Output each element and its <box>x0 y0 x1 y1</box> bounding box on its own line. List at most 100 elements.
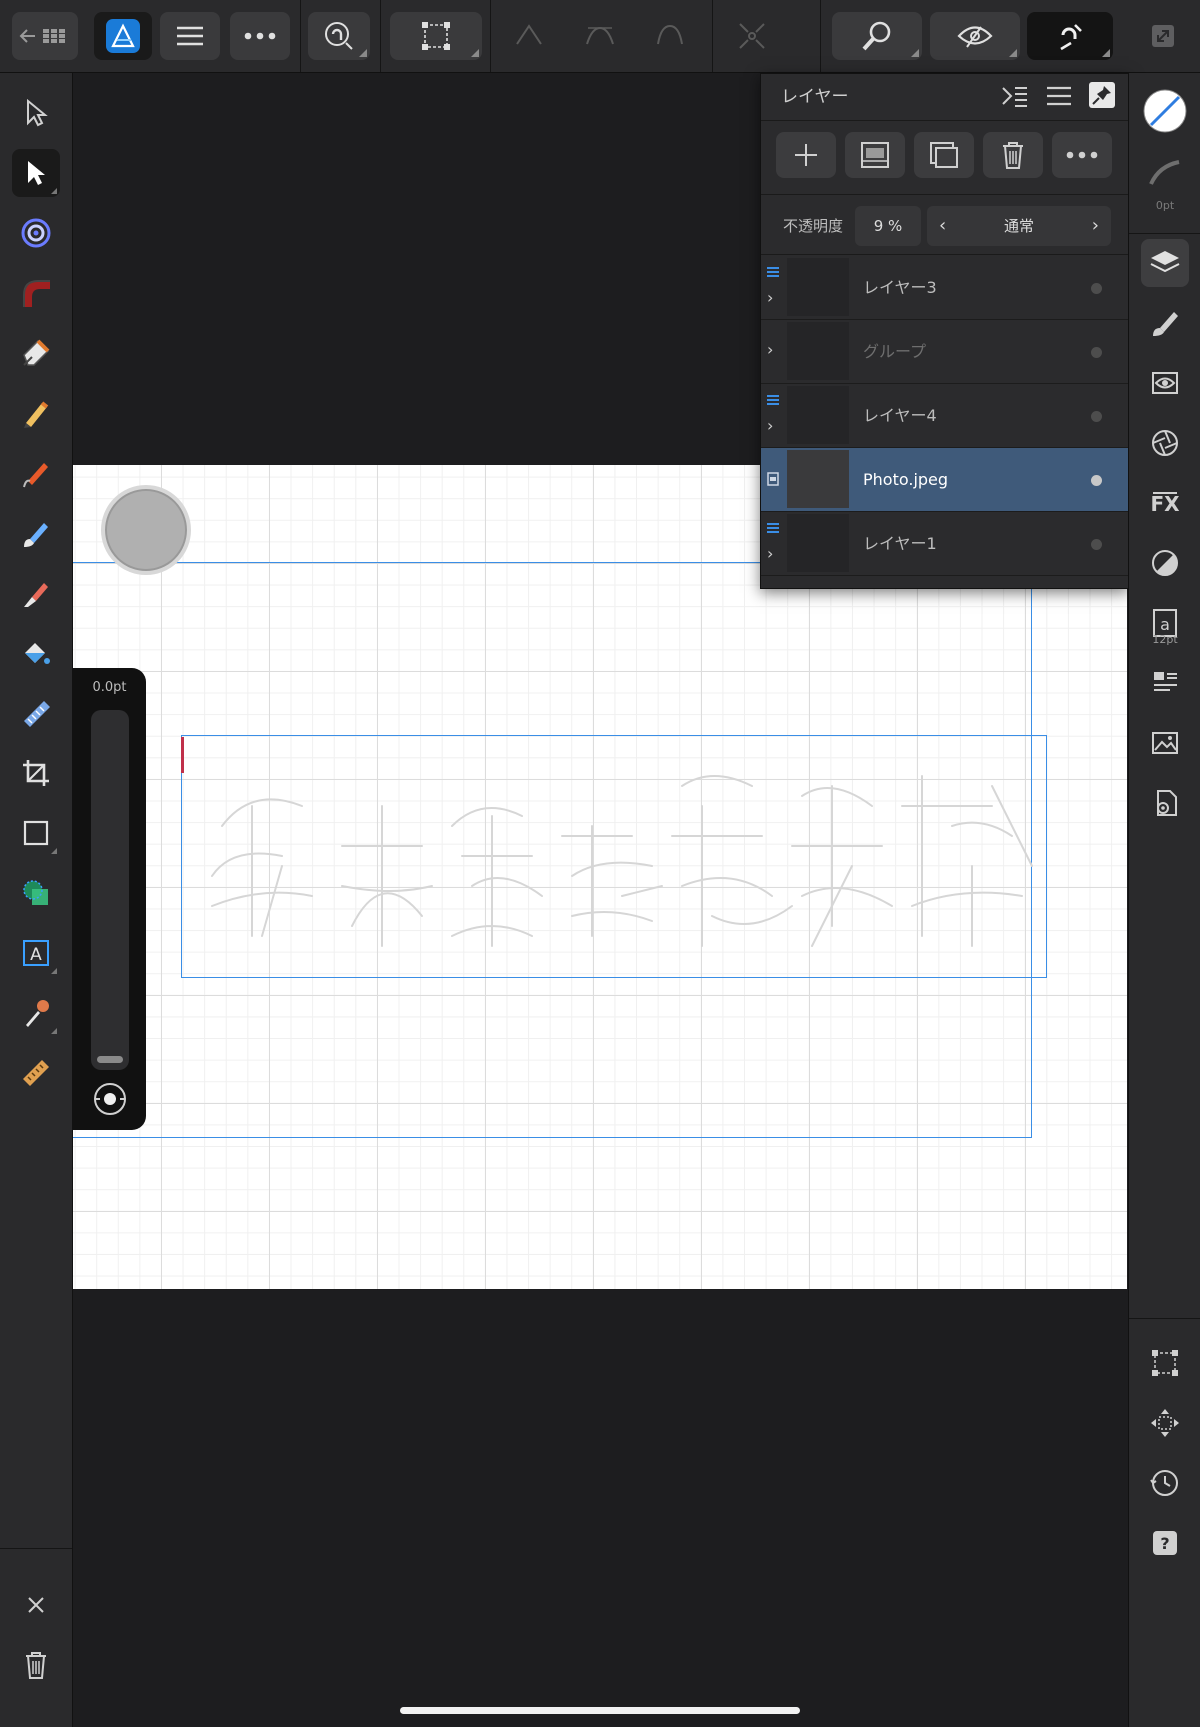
assets-studio-button[interactable] <box>1141 719 1189 767</box>
layers-studio-button[interactable] <box>1141 239 1189 287</box>
blend-mode-selector[interactable]: ‹ 通常 › <box>927 206 1111 246</box>
break-curve-icon[interactable] <box>736 20 768 56</box>
node-tool-button[interactable] <box>12 89 60 137</box>
delete-button[interactable] <box>12 1641 60 1689</box>
pencil-tool-button[interactable] <box>12 389 60 437</box>
designer-persona-button[interactable] <box>94 12 152 60</box>
panel-menu-icon[interactable] <box>1046 84 1072 112</box>
visibility-dot-icon[interactable] <box>1091 475 1102 486</box>
crop-tool-button[interactable] <box>12 749 60 797</box>
ellipsis-icon <box>1066 151 1098 159</box>
layer-row-selected[interactable]: Photo.jpeg <box>761 448 1128 512</box>
opacity-label: 不透明度 <box>783 217 844 235</box>
panel-divider <box>761 194 1128 195</box>
shape-builder-tool-button[interactable] <box>12 869 60 917</box>
selection-handle[interactable] <box>181 737 184 773</box>
svg-text:FX: FX <box>1150 492 1180 516</box>
pen-tool-button[interactable] <box>12 329 60 377</box>
rectangle-tool-button[interactable] <box>12 809 60 857</box>
layer-more-button[interactable] <box>1052 132 1112 178</box>
layers-panel: レイヤー 不透明度 9 % ‹ 通常 › › レイヤー3 › グループ › レイ… <box>760 73 1129 589</box>
close-button[interactable] <box>12 1581 60 1629</box>
zoom-button[interactable] <box>832 12 922 60</box>
settings-studio-button[interactable] <box>1141 779 1189 827</box>
expand-chevron-icon[interactable]: › <box>767 288 773 307</box>
back-to-documents-button[interactable] <box>12 12 78 60</box>
visibility-dot-icon[interactable] <box>1091 539 1102 550</box>
color-studio-button[interactable] <box>1141 419 1189 467</box>
snapping-button[interactable] <box>308 12 370 60</box>
move-tool-button[interactable] <box>12 149 60 197</box>
brushes-studio-button[interactable] <box>1141 299 1189 347</box>
trash-icon <box>26 1652 46 1679</box>
sharp-node-icon[interactable] <box>514 22 544 52</box>
opacity-field[interactable]: 9 % <box>855 206 921 246</box>
layer-row[interactable]: › グループ <box>761 320 1128 384</box>
pin-panel-icon[interactable] <box>1089 82 1115 108</box>
layer-row[interactable]: › レイヤー1 <box>761 512 1128 576</box>
snapping-magnet-icon <box>325 22 353 50</box>
fx-icon: FX <box>1150 492 1180 516</box>
layer-row[interactable]: › レイヤー3 <box>761 256 1128 320</box>
add-mask-button[interactable] <box>845 132 905 178</box>
studio-divider <box>1129 233 1200 234</box>
blend-next-icon[interactable]: › <box>1092 206 1099 246</box>
measure-tool-button[interactable] <box>12 1049 60 1097</box>
fullscreen-icon[interactable] <box>1150 23 1176 53</box>
view-mode-button[interactable] <box>930 12 1020 60</box>
appearance-studio-button[interactable] <box>1141 359 1189 407</box>
gradient-tool-button[interactable] <box>12 689 60 737</box>
help-button[interactable]: ? <box>1141 1519 1189 1567</box>
add-layer-button[interactable] <box>776 132 836 178</box>
fill-brush-tool-button[interactable] <box>12 509 60 557</box>
expand-chevron-icon[interactable]: › <box>767 416 773 435</box>
visibility-dot-icon[interactable] <box>1091 347 1102 358</box>
visibility-dot-icon[interactable] <box>1091 283 1102 294</box>
dropdown-corner-icon <box>471 49 479 57</box>
font-size-label: 12pt <box>1152 633 1178 646</box>
collapse-panel-icon[interactable] <box>1001 84 1029 114</box>
expand-chevron-icon[interactable]: › <box>767 544 773 563</box>
expand-chevron-icon[interactable]: › <box>767 340 773 359</box>
transform-studio-button[interactable] <box>1141 1339 1189 1387</box>
photo-selection-box[interactable] <box>181 735 1047 978</box>
layer-name: レイヤー4 <box>863 406 937 425</box>
layers-stack-icon <box>1150 251 1180 273</box>
trash-icon <box>1003 142 1023 169</box>
stroke-style-button[interactable] <box>1141 149 1189 197</box>
smooth-node-icon[interactable] <box>584 22 616 52</box>
delete-layer-button[interactable] <box>983 132 1043 178</box>
fill-tool-button[interactable] <box>12 629 60 677</box>
vector-brush-tool-button[interactable] <box>12 449 60 497</box>
contour-tool-button[interactable] <box>12 209 60 257</box>
top-toolbar <box>0 0 1200 73</box>
transparency-studio-button[interactable] <box>1141 539 1189 587</box>
pressure-toggle-icon[interactable] <box>91 1080 129 1122</box>
smart-node-icon[interactable] <box>655 22 685 52</box>
color-picker-tool-button[interactable] <box>12 989 60 1037</box>
corner-tool-button[interactable] <box>12 269 60 317</box>
artistic-text-tool-button[interactable]: A <box>12 929 60 977</box>
snapping-options-button[interactable] <box>1027 12 1113 60</box>
stroke-width-slider[interactable]: 0.0pt <box>73 668 146 1130</box>
layer-row[interactable]: › レイヤー4 <box>761 384 1128 448</box>
document-menu-button[interactable] <box>160 12 220 60</box>
more-options-button[interactable] <box>230 12 290 60</box>
color-swatch-button[interactable] <box>1141 87 1189 135</box>
home-indicator[interactable] <box>400 1707 800 1714</box>
effects-studio-button[interactable]: FX <box>1141 479 1189 527</box>
toolbar-divider <box>490 0 491 72</box>
navigator-studio-button[interactable] <box>1141 1399 1189 1447</box>
crop-icon <box>23 760 49 786</box>
history-studio-button[interactable] <box>1141 1459 1189 1507</box>
text-styles-studio-button[interactable] <box>1141 659 1189 707</box>
slider-track[interactable] <box>91 710 129 1070</box>
panel-divider <box>761 120 1128 121</box>
duplicate-layer-button[interactable] <box>914 132 974 178</box>
stroke-width-label: 0pt <box>1155 199 1175 212</box>
visibility-dot-icon[interactable] <box>1091 411 1102 422</box>
transform-mode-button[interactable] <box>390 12 482 60</box>
slider-thumb[interactable] <box>97 1056 123 1063</box>
mask-icon <box>861 142 889 168</box>
transparency-tool-button[interactable] <box>12 569 60 617</box>
